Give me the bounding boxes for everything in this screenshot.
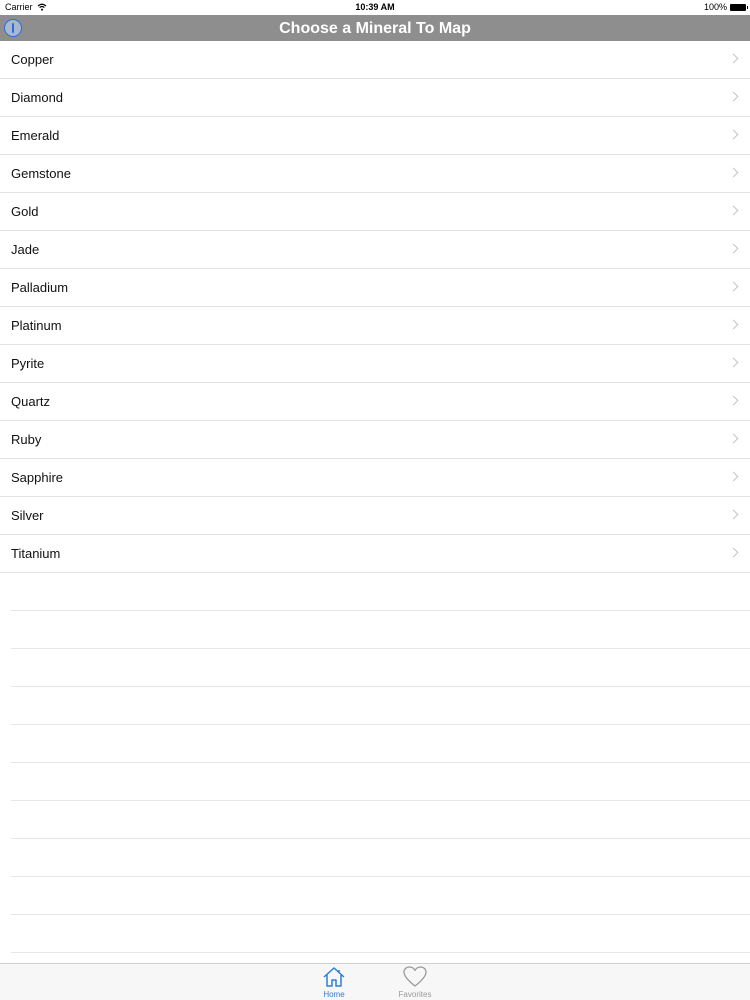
empty-row-separator [11, 687, 750, 725]
mineral-list: Copper Diamond Emerald Gemstone Gold Jad… [0, 41, 750, 953]
list-item-label: Platinum [11, 318, 62, 333]
list-item[interactable]: Emerald [0, 117, 750, 155]
empty-row-separator [11, 839, 750, 877]
tab-favorites-label: Favorites [398, 990, 432, 999]
list-item[interactable]: Quartz [0, 383, 750, 421]
chevron-right-icon [728, 471, 739, 482]
list-item-label: Copper [11, 52, 54, 67]
list-item[interactable]: Pyrite [0, 345, 750, 383]
list-item-label: Silver [11, 508, 44, 523]
list-item[interactable]: Ruby [0, 421, 750, 459]
chevron-right-icon [728, 357, 739, 368]
empty-row-separator [11, 649, 750, 687]
list-item-label: Ruby [11, 432, 42, 447]
list-item[interactable]: Palladium [0, 269, 750, 307]
list-item[interactable]: Titanium [0, 535, 750, 573]
list-item[interactable]: Jade [0, 231, 750, 269]
list-item-label: Emerald [11, 128, 60, 143]
empty-row-separator [11, 611, 750, 649]
navigation-bar: Choose a Mineral To Map [0, 15, 750, 41]
list-item[interactable]: Platinum [0, 307, 750, 345]
list-item-label: Quartz [11, 394, 51, 409]
chevron-right-icon [728, 129, 739, 140]
list-item-label: Diamond [11, 90, 64, 105]
list-item-label: Jade [11, 242, 40, 257]
empty-row-separator [11, 573, 750, 611]
battery-icon [730, 3, 748, 11]
tab-home-label: Home [323, 990, 345, 999]
list-item-label: Titanium [11, 546, 61, 561]
chevron-right-icon [728, 243, 739, 254]
empty-row-separator [11, 915, 750, 953]
list-item-label: Gold [11, 204, 39, 219]
status-battery-group: 100% [703, 2, 748, 12]
list-item[interactable]: Gold [0, 193, 750, 231]
list-item[interactable]: Diamond [0, 79, 750, 117]
list-item-label: Palladium [11, 280, 69, 295]
tab-favorites[interactable]: Favorites [385, 964, 445, 1000]
list-item[interactable]: Sapphire [0, 459, 750, 497]
chevron-right-icon [728, 91, 739, 102]
chevron-right-icon [728, 167, 739, 178]
chevron-right-icon [728, 395, 739, 406]
empty-row-separator [11, 877, 750, 915]
list-item-label: Pyrite [11, 356, 45, 371]
chevron-right-icon [728, 205, 739, 216]
page-title: Choose a Mineral To Map [279, 20, 471, 37]
list-item[interactable]: Copper [0, 41, 750, 79]
chevron-right-icon [728, 281, 739, 292]
empty-row-separator [11, 801, 750, 839]
tab-home[interactable]: Home [304, 964, 364, 1000]
battery-percent: 100% [703, 2, 727, 12]
status-bar: Carrier 10:39 AM 100% [0, 0, 750, 15]
list-item-label: Gemstone [11, 166, 71, 181]
chevron-right-icon [728, 319, 739, 330]
list-item-label: Sapphire [11, 470, 64, 485]
chevron-right-icon [728, 509, 739, 520]
home-icon [323, 967, 345, 987]
tab-bar: Home Favorites [0, 963, 750, 1000]
heart-icon [403, 966, 427, 987]
status-time: 10:39 AM [355, 2, 395, 12]
empty-row-separator [11, 725, 750, 763]
chevron-right-icon [728, 53, 739, 64]
list-item[interactable]: Silver [0, 497, 750, 535]
chevron-right-icon [728, 547, 739, 558]
list-item[interactable]: Gemstone [0, 155, 750, 193]
empty-row-separator [11, 763, 750, 801]
chevron-right-icon [728, 433, 739, 444]
